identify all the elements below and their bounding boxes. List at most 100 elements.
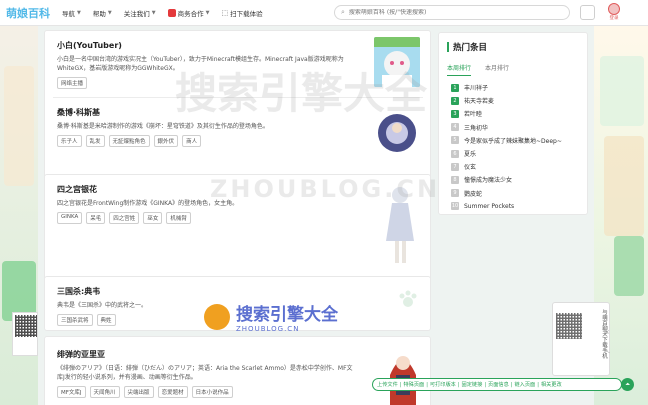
entry-tags: MF文库J 天闻角川 尖端出版 恋爱题材 日本小说作品 [57,386,357,398]
search-input[interactable] [348,9,549,16]
entry-tag[interactable]: 銀外伏 [153,135,179,147]
hot-item-name[interactable]: 仪玄 [464,162,476,171]
entry-item[interactable]: 小白(YouTuber) 小白是一名中国台湾的游戏实况主（YouTuber），致… [57,40,357,89]
entry-item[interactable]: 绯弹的亚里亚 《绯弾のアリア》（日语：緋弾（ひだん）のアリア；英语：Aria t… [57,349,357,398]
hot-list-item[interactable]: 5 今是家似乎成了辣妹聚集地~Deep~ [451,134,581,147]
hot-list-item[interactable]: 3 若叶睦 [451,107,581,120]
entry-tag[interactable]: 呆毛 [86,212,106,224]
thumbnail-art-icon [380,181,420,267]
hot-list-item[interactable]: 1 丰川祥子 [451,81,581,94]
link-related-changes[interactable]: 相关更改 [541,381,562,388]
entry-desc: 桑博·科斯基是米哈游制作的游戏《崩坏：星穹铁道》及其衍生作品的登场角色。 [57,123,269,130]
entry-tag[interactable]: 网络主播 [57,77,88,89]
entry-item[interactable]: 桑博·科斯基 桑博·科斯基是米哈游制作的游戏《崩坏：星穹铁道》及其衍生作品的登场… [57,107,357,147]
hot-badge-icon [167,8,176,17]
entry-title[interactable]: 小白(YouTuber) [57,40,357,51]
entry-desc: 《绯弾のアリア》（日语：緋弾（ひだん）のアリア；英语：Aria the Scar… [57,365,353,381]
tools-link-bar: 上传文件 | 特殊页面 | 可打印版本 | 固定链接 | 页面信息 | 链入页面 | 相关更… [372,378,622,391]
hot-item-name[interactable]: 祐天寺若麦 [464,96,494,105]
entry-title[interactable]: 四之宫银花 [57,184,357,195]
hot-list-item[interactable]: 10 Summer Pockets [451,200,581,213]
search-box[interactable]: ⌕ [334,5,570,20]
chevron-down-icon: ▼ [205,9,210,16]
entry-title[interactable]: 三国杀:典韦 [57,286,357,297]
entry-tag[interactable]: 四之宫姓 [109,212,140,224]
download-icon: ⬚ [221,8,229,17]
entry-tag[interactable]: 巫女 [143,212,163,224]
rank-badge: 8 [451,175,459,184]
link-what-links-here[interactable]: 链入页面 [514,381,535,388]
thumbnail-art-icon [386,345,420,405]
entry-item[interactable]: 四之宫银花 四之宫银花是FrontWing制作游戏《GINKA》的登场角色，女主… [57,184,357,224]
hot-list-item[interactable]: 4 三角初华 [451,121,581,134]
hot-list-item[interactable]: 2 祐天寺若麦 [451,94,581,107]
entry-thumbnail[interactable] [374,37,420,87]
entry-thumbnail[interactable] [386,345,420,405]
divider [53,97,423,98]
nav-business[interactable]: 商务合作 ▼ [167,8,210,18]
entry-tag[interactable]: 天闻角川 [89,386,120,398]
hot-list-item[interactable]: 9 鹦皮蛇 [451,187,581,200]
hot-item-name[interactable]: 丰川祥子 [464,83,488,92]
nav-help[interactable]: 帮助 ▼ [93,8,112,18]
entry-thumbnail[interactable] [374,109,420,157]
entry-tag[interactable]: MF文库J [57,386,86,398]
nav-business-label: 商务合作 [177,9,204,18]
entry-tag[interactable]: 乐子人 [57,135,82,147]
nav-download[interactable]: ⬚ 扫下载体验 [221,8,262,18]
entry-tag[interactable]: 尖端出版 [123,386,154,398]
entry-tag[interactable]: 商人 [182,135,202,147]
rank-badge: 2 [451,96,459,105]
entry-tag[interactable]: 典姓 [96,314,116,326]
hot-item-name[interactable]: 鹦皮蛇 [464,189,482,198]
link-permalink[interactable]: 固定链接 [462,381,483,388]
hot-tabs: 本周排行 本月排行 [447,63,523,76]
rank-badge: 5 [451,136,459,145]
entry-tag[interactable]: 日本小说作品 [191,386,233,398]
entry-tag[interactable]: GINKA [57,212,83,224]
hot-list-item[interactable]: 7 仪玄 [451,160,581,173]
entry-tag[interactable]: 恋爱题材 [157,386,188,398]
site-logo[interactable]: 萌娘百科 [6,5,50,21]
hot-list-item[interactable]: 8 憧憬成为魔法少女 [451,173,581,186]
entry-tag[interactable]: 乱发 [85,135,105,147]
app-qr-panel[interactable]: 与萌百聊天下载手机 [552,302,610,376]
entry-thumbnail[interactable] [380,181,420,267]
tab-weekly[interactable]: 本周排行 [447,63,472,76]
entry-tag[interactable]: 机械臂 [166,212,191,224]
close-icon[interactable]: ✕ [602,328,612,338]
hot-list: 1 丰川祥子 2 祐天寺若麦 3 若叶睦 4 三角初华 5 今是家似乎成了辣妹聚集地~De… [451,81,581,213]
link-printable[interactable]: 可打印版本 [430,381,456,388]
menu-button[interactable] [580,5,595,20]
link-special-pages[interactable]: 特殊页面 [403,381,424,388]
hot-item-name[interactable]: 憧憬成为魔法少女 [464,175,512,184]
link-page-info[interactable]: 页面信息 [488,381,509,388]
hot-item-name[interactable]: 今是家似乎成了辣妹聚集地~Deep~ [464,136,562,145]
rank-badge: 7 [451,162,459,171]
hot-item-name[interactable]: 夏乐 [464,149,476,158]
back-to-top-button[interactable]: ⏶ [621,378,634,391]
entry-card: 绯弹的亚里亚 《绯弾のアリア》（日语：緋弾（ひだん）のアリア；英语：Aria t… [44,336,431,405]
entry-title[interactable]: 桑博·科斯基 [57,107,357,118]
chevron-down-icon: ▼ [151,9,156,16]
nav-follow[interactable]: 关注我们 ▼ [124,8,156,18]
nav-guide[interactable]: 导航 ▼ [62,8,81,18]
link-upload[interactable]: 上传文件 [377,381,398,388]
avatar[interactable]: 登录 [606,3,622,23]
entry-tag[interactable]: 无証爆點角色 [108,135,150,147]
rank-badge: 9 [451,189,459,198]
avatar-icon [608,3,620,15]
entry-title[interactable]: 绯弹的亚里亚 [57,349,357,360]
watermark-badge: 搜索引擎大全 ZHOUBLOG.CN [204,300,338,333]
watermark-badge-en: ZHOUBLOG.CN [236,325,300,333]
nav-help-label: 帮助 [92,9,106,18]
hot-item-name[interactable]: 三角初华 [464,123,488,132]
hot-list-item[interactable]: 6 夏乐 [451,147,581,160]
chevron-up-icon[interactable]: ︿ [602,346,612,356]
hot-item-name[interactable]: 若叶睦 [464,109,482,118]
hot-item-name[interactable]: Summer Pockets [464,203,514,210]
tab-monthly[interactable]: 本月排行 [485,63,509,76]
accent-bar [447,42,449,52]
entry-tag[interactable]: 三国杀武将 [57,314,93,326]
rank-badge: 3 [451,109,459,118]
